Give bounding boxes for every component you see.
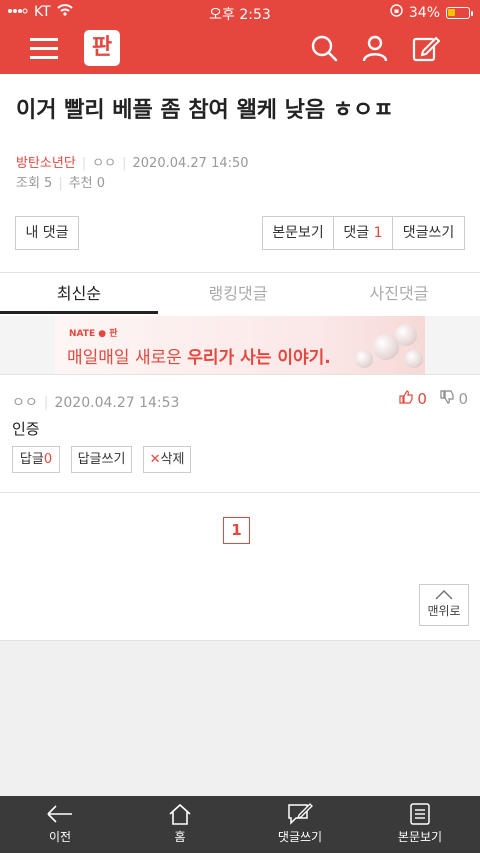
banner-copy: 매일매일 새로운 우리가 사는 이야기. <box>67 348 331 368</box>
article-title: 이거 빨리 베플 좀 참여 왤케 낮음 ㅎㅇㅍ <box>16 98 394 123</box>
like-count: 0 <box>417 390 427 408</box>
user-icon[interactable] <box>361 34 389 62</box>
nav-view-body[interactable]: 본문보기 <box>360 796 480 853</box>
tab-latest[interactable]: 최신순 <box>0 274 158 314</box>
ad-banner[interactable]: NATE ● 판 매일매일 새로운 우리가 사는 이야기. <box>55 316 425 374</box>
article-meta: 방탄소년단 | ㅇㅇ | 2020.04.27 14:50 <box>16 156 249 171</box>
comment-author: ㅇㅇ <box>12 395 38 411</box>
divider <box>0 492 480 493</box>
comment-votes: 0 0 <box>398 390 468 408</box>
document-icon <box>410 803 430 825</box>
view-body-button[interactable]: 본문보기 <box>262 216 334 250</box>
home-icon <box>169 803 191 825</box>
write-reply-button[interactable]: 답글쓰기 <box>71 446 132 473</box>
reply-button[interactable]: 답글0 <box>12 446 60 473</box>
comment-datetime: 2020.04.27 14:53 <box>54 395 180 411</box>
status-bar: KT 오후 2:53 34% <box>0 0 480 24</box>
recommend-count: 추천 0 <box>68 176 106 191</box>
close-icon: ✕ <box>149 452 161 467</box>
write-icon[interactable] <box>412 34 441 62</box>
dislike-button[interactable]: 0 <box>440 390 468 408</box>
thumbs-down-icon <box>440 390 454 404</box>
battery-percent: 34% <box>408 4 440 21</box>
empty-area <box>0 641 480 796</box>
write-comment-button[interactable]: 댓글쓰기 <box>392 216 465 250</box>
battery-icon <box>446 6 473 19</box>
view-count: 조회 5 <box>16 176 53 191</box>
divider <box>0 374 480 375</box>
comment-text: 인증 <box>12 420 40 438</box>
top-bar: KT 오후 2:53 34% 판 <box>0 0 480 74</box>
reply-count: 0 <box>43 452 53 467</box>
dislike-count: 0 <box>458 390 468 408</box>
search-icon[interactable] <box>310 34 338 62</box>
comments-count-button[interactable]: 댓글 1 <box>333 216 393 250</box>
comments-count: 1 <box>373 225 383 241</box>
tab-ranking[interactable]: 랭킹댓글 <box>158 274 318 314</box>
like-button[interactable]: 0 <box>398 390 432 408</box>
ad-banner-area: NATE ● 판 매일매일 새로운 우리가 사는 이야기. <box>0 316 480 374</box>
pearl-image <box>395 324 417 346</box>
nav-back[interactable]: 이전 <box>0 796 120 853</box>
banner-brand: NATE ● 판 <box>69 329 118 339</box>
tab-photo[interactable]: 사진댓글 <box>318 274 480 314</box>
chevron-up-icon <box>435 590 453 600</box>
pann-logo[interactable]: 판 <box>84 30 120 66</box>
page-current[interactable]: 1 <box>223 517 250 544</box>
menu-icon[interactable] <box>30 38 58 60</box>
orientation-lock-icon <box>390 4 403 21</box>
author-nickname: ㅇㅇ <box>92 156 117 171</box>
comments-label: 댓글 <box>343 225 370 241</box>
article-datetime: 2020.04.27 14:50 <box>132 156 249 171</box>
nav-write-comment[interactable]: 댓글쓰기 <box>240 796 360 853</box>
my-comments-button[interactable]: 내 댓글 <box>15 216 79 250</box>
back-arrow-icon <box>47 805 72 823</box>
bottom-nav: 이전 홈 댓글쓰기 본문보기 <box>0 796 480 853</box>
comment-meta: ㅇㅇ | 2020.04.27 14:53 <box>12 395 180 411</box>
divider <box>0 272 480 273</box>
article-stats: 조회 5 | 추천 0 <box>16 176 106 191</box>
pearl-image <box>355 350 373 368</box>
channel-link[interactable]: 방탄소년단 <box>16 156 76 171</box>
scroll-to-top-button[interactable]: 맨위로 <box>419 584 469 626</box>
comment-write-icon <box>288 803 313 825</box>
thumbs-up-icon <box>398 390 413 404</box>
pearl-image <box>405 350 423 368</box>
delete-button[interactable]: ✕삭제 <box>143 446 191 473</box>
nav-home[interactable]: 홈 <box>120 796 240 853</box>
